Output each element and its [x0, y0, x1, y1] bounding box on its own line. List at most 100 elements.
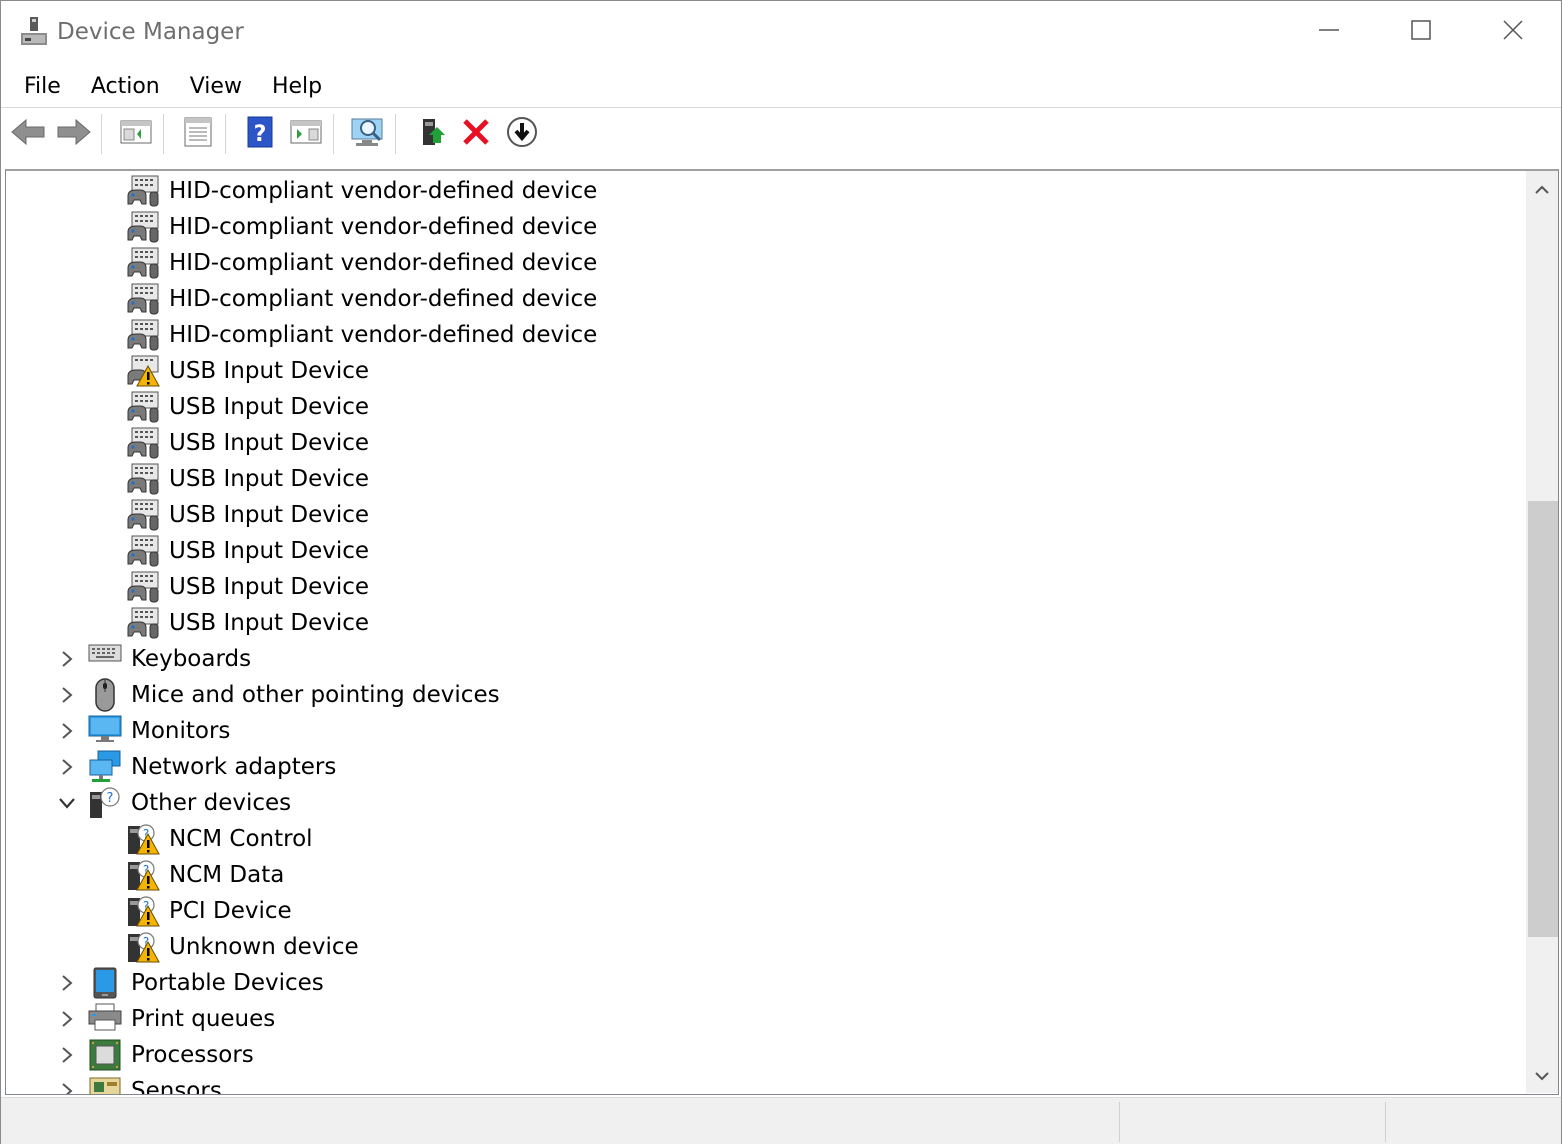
- tree-category-row[interactable]: Processors: [6, 1037, 1516, 1073]
- scrollbar-thumb[interactable]: [1528, 501, 1558, 937]
- tree-item-label: NCM Control: [169, 826, 313, 852]
- scan-hardware-icon: [350, 116, 386, 152]
- tree-device-row[interactable]: USB Input Device: [6, 389, 1516, 425]
- device-tree[interactable]: HID-compliant vendor-defined device HID-…: [5, 169, 1559, 1095]
- hid-device-icon: [126, 426, 160, 460]
- menu-bar: File Action View Help: [1, 65, 1561, 107]
- back-button[interactable]: [9, 116, 47, 152]
- tree-item-label: Monitors: [131, 718, 231, 744]
- chevron-right-icon[interactable]: [57, 721, 77, 741]
- hid-device-icon: [126, 210, 160, 244]
- tree-item-label: USB Input Device: [169, 538, 370, 564]
- tree-item-label: Print queues: [131, 1006, 276, 1032]
- tree-item-label: HID-compliant vendor-defined device: [169, 286, 598, 312]
- svg-text:?: ?: [107, 791, 114, 806]
- tree-category-row[interactable]: Print queues: [6, 1001, 1516, 1037]
- tree-device-row[interactable]: HID-compliant vendor-defined device: [6, 209, 1516, 245]
- hid-device-warning-icon: [126, 354, 160, 388]
- vertical-scrollbar[interactable]: [1526, 171, 1558, 1093]
- tree-item-label: Processors: [131, 1042, 254, 1068]
- tree-item-label: NCM Data: [169, 862, 285, 888]
- chevron-right-icon[interactable]: [57, 1045, 77, 1065]
- tree-category-row[interactable]: Monitors: [6, 713, 1516, 749]
- unknown-device-warning-icon: ?: [126, 822, 160, 856]
- menu-file[interactable]: File: [9, 70, 76, 103]
- close-button[interactable]: [1467, 1, 1559, 63]
- enable-device-button[interactable]: [503, 116, 541, 152]
- hid-device-icon: [126, 606, 160, 640]
- toolbar-separator: [101, 114, 102, 154]
- tree-category-row[interactable]: Mice and other pointing devices: [6, 677, 1516, 713]
- back-icon: [10, 117, 46, 151]
- other-devices-icon: ?: [88, 786, 122, 820]
- maximize-button[interactable]: [1375, 1, 1467, 63]
- chevron-right-icon[interactable]: [57, 973, 77, 993]
- chevron-down-icon[interactable]: [57, 793, 77, 813]
- tree-item-label: USB Input Device: [169, 610, 370, 636]
- action-pane-button[interactable]: [287, 116, 325, 152]
- toolbar-separator: [395, 114, 396, 154]
- minimize-icon: [1318, 19, 1340, 45]
- show-hide-console-tree-button[interactable]: [117, 116, 155, 152]
- chevron-right-icon[interactable]: [57, 1009, 77, 1029]
- tree-category-row[interactable]: Sensors: [6, 1073, 1516, 1094]
- keyboard-icon: [88, 642, 122, 676]
- tree-category-row[interactable]: Portable Devices: [6, 965, 1516, 1001]
- chevron-right-icon[interactable]: [57, 1081, 77, 1094]
- chevron-right-icon[interactable]: [57, 685, 77, 705]
- properties-button[interactable]: [179, 116, 217, 152]
- tree-item-label: USB Input Device: [169, 574, 370, 600]
- menu-help[interactable]: Help: [257, 70, 337, 103]
- sensor-icon: [88, 1074, 122, 1094]
- action-pane-icon: [289, 117, 323, 151]
- tree-device-row[interactable]: HID-compliant vendor-defined device: [6, 173, 1516, 209]
- tree-device-row[interactable]: USB Input Device: [6, 461, 1516, 497]
- tree-item-label: Unknown device: [169, 934, 359, 960]
- minimize-button[interactable]: [1283, 1, 1375, 63]
- tree-device-row[interactable]: USB Input Device: [6, 497, 1516, 533]
- tree-device-row[interactable]: USB Input Device: [6, 569, 1516, 605]
- update-driver-button[interactable]: [413, 116, 451, 152]
- tree-item-label: HID-compliant vendor-defined device: [169, 214, 598, 240]
- monitor-icon: [88, 714, 122, 748]
- hid-device-icon: [126, 174, 160, 208]
- device-manager-window: Device Manager File Action View Help ? H…: [0, 0, 1562, 1144]
- menu-action[interactable]: Action: [76, 70, 175, 103]
- tree-device-row[interactable]: ? PCI Device: [6, 893, 1516, 929]
- chevron-right-icon[interactable]: [57, 649, 77, 669]
- tree-device-row[interactable]: ? NCM Control: [6, 821, 1516, 857]
- help-button[interactable]: ?: [241, 116, 279, 152]
- tree-item-label: USB Input Device: [169, 394, 370, 420]
- tree-device-row[interactable]: HID-compliant vendor-defined device: [6, 245, 1516, 281]
- unknown-device-warning-icon: ?: [126, 930, 160, 964]
- hid-device-icon: [126, 246, 160, 280]
- tree-device-row[interactable]: USB Input Device: [6, 605, 1516, 641]
- tree-device-row[interactable]: ? Unknown device: [6, 929, 1516, 965]
- menu-view[interactable]: View: [175, 70, 257, 103]
- tree-category-row[interactable]: ? Other devices: [6, 785, 1516, 821]
- printer-icon: [88, 1002, 122, 1036]
- hid-device-icon: [126, 570, 160, 604]
- scroll-down-button[interactable]: [1526, 1057, 1558, 1093]
- tree-device-row[interactable]: HID-compliant vendor-defined device: [6, 317, 1516, 353]
- tree-device-row[interactable]: USB Input Device: [6, 353, 1516, 389]
- tree-device-row[interactable]: HID-compliant vendor-defined device: [6, 281, 1516, 317]
- tree-category-row[interactable]: Network adapters: [6, 749, 1516, 785]
- tree-category-row[interactable]: Keyboards: [6, 641, 1516, 677]
- scan-hardware-button[interactable]: [349, 116, 387, 152]
- window-title: Device Manager: [57, 19, 244, 45]
- uninstall-device-icon: [461, 117, 491, 151]
- unknown-device-warning-icon: ?: [126, 894, 160, 928]
- chevron-right-icon[interactable]: [57, 757, 77, 777]
- tree-item-label: USB Input Device: [169, 430, 370, 456]
- scroll-up-button[interactable]: [1526, 171, 1558, 207]
- title-bar: Device Manager: [1, 1, 1561, 65]
- maximize-icon: [1410, 19, 1432, 45]
- tree-device-row[interactable]: USB Input Device: [6, 425, 1516, 461]
- uninstall-device-button[interactable]: [457, 116, 495, 152]
- tree-device-row[interactable]: ? NCM Data: [6, 857, 1516, 893]
- tree-device-row[interactable]: USB Input Device: [6, 533, 1516, 569]
- forward-button[interactable]: [55, 116, 93, 152]
- tree-item-label: Network adapters: [131, 754, 337, 780]
- tree-item-label: USB Input Device: [169, 358, 370, 384]
